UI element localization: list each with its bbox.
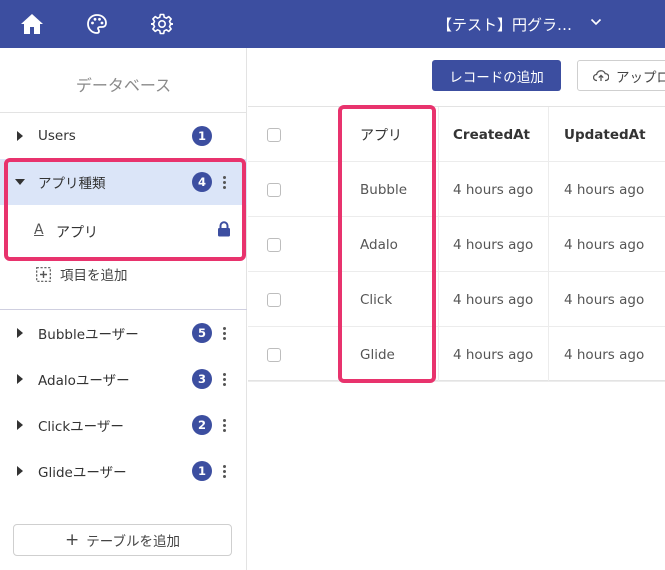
caret-right-icon[interactable] <box>16 131 24 141</box>
caret-right-icon[interactable] <box>16 466 24 476</box>
table-row[interactable]: Bubble 4 hours ago 4 hours ago <box>248 162 665 217</box>
top-app-bar: 【テスト】円グラ… <box>0 0 665 48</box>
table-label: Adaloユーザー <box>38 373 130 389</box>
cloud-upload-icon <box>593 70 609 82</box>
select-all-cell <box>248 107 338 162</box>
cell-updatedat[interactable]: 4 hours ago <box>548 327 665 382</box>
row-check-cell <box>248 162 338 217</box>
more-vert-icon[interactable] <box>220 174 228 190</box>
add-field-label: 項目を追加 <box>60 268 128 284</box>
row-checkbox[interactable] <box>267 237 281 252</box>
record-count-badge: 4 <box>192 172 212 192</box>
cell-app[interactable]: Glide <box>338 327 438 382</box>
field-item-app[interactable]: A アプリ <box>0 206 247 256</box>
sidebar-item-bubble-users[interactable]: Bubbleユーザー 5 <box>0 310 247 356</box>
sidebar-item-app-types[interactable]: アプリ種類 4 <box>0 159 247 205</box>
sidebar-item-glide-users[interactable]: Glideユーザー 1 <box>0 448 247 494</box>
sidebar-item-adalo-users[interactable]: Adaloユーザー 3 <box>0 356 247 402</box>
more-vert-icon[interactable] <box>220 325 228 341</box>
upload-label: アップロード <box>616 69 665 86</box>
add-record-button[interactable]: レコードの追加 <box>432 60 561 91</box>
table-row[interactable]: Glide 4 hours ago 4 hours ago <box>248 327 665 382</box>
add-table-button[interactable]: + テーブルを追加 <box>13 524 232 556</box>
row-checkbox[interactable] <box>267 292 281 307</box>
lock-icon <box>218 221 230 237</box>
cell-updatedat[interactable]: 4 hours ago <box>548 217 665 272</box>
record-count-badge: 3 <box>192 369 212 389</box>
cell-createdat[interactable]: 4 hours ago <box>438 217 548 272</box>
table-label: Bubbleユーザー <box>38 327 139 343</box>
cell-app[interactable]: Bubble <box>338 162 438 217</box>
field-label: アプリ <box>56 225 98 241</box>
table-label: アプリ種類 <box>38 176 106 192</box>
table-label: Glideユーザー <box>38 465 127 481</box>
app-title[interactable]: 【テスト】円グラ… <box>437 14 572 35</box>
sidebar: データベース Users 1 アプリ種類 4 A アプリ 項目を追加 Bubbl… <box>0 48 247 570</box>
cell-app[interactable]: Adalo <box>338 217 438 272</box>
table-row[interactable]: Click 4 hours ago 4 hours ago <box>248 272 665 327</box>
more-vert-icon[interactable] <box>220 417 228 433</box>
column-header-createdat[interactable]: CreatedAt <box>438 107 548 162</box>
add-table-label: テーブルを追加 <box>86 534 180 550</box>
more-vert-icon[interactable] <box>220 371 228 387</box>
caret-right-icon[interactable] <box>16 420 24 430</box>
palette-icon[interactable] <box>85 12 109 36</box>
record-count-badge: 5 <box>192 323 212 343</box>
table-label: Users <box>38 128 76 144</box>
caret-down-icon[interactable] <box>15 178 25 186</box>
home-icon[interactable] <box>20 12 44 36</box>
text-type-icon: A <box>34 222 44 238</box>
table-row[interactable]: Adalo 4 hours ago 4 hours ago <box>248 217 665 272</box>
record-count-badge: 2 <box>192 415 212 435</box>
row-check-cell <box>248 217 338 272</box>
add-field-button[interactable]: 項目を追加 <box>36 264 128 284</box>
record-count-badge: 1 <box>192 126 212 146</box>
cell-createdat[interactable]: 4 hours ago <box>438 272 548 327</box>
row-check-cell <box>248 327 338 382</box>
table-label: Clickユーザー <box>38 419 124 435</box>
select-all-checkbox[interactable] <box>267 127 281 142</box>
cell-updatedat[interactable]: 4 hours ago <box>548 162 665 217</box>
caret-right-icon[interactable] <box>16 328 24 338</box>
more-vert-icon[interactable] <box>220 463 228 479</box>
sidebar-item-users[interactable]: Users 1 <box>0 113 247 159</box>
add-field-icon <box>36 266 51 282</box>
records-table: アプリ CreatedAt UpdatedAt Bubble 4 hours a… <box>248 106 665 382</box>
cell-updatedat[interactable]: 4 hours ago <box>548 272 665 327</box>
column-header-updatedat[interactable]: UpdatedAt <box>548 107 665 162</box>
record-count-badge: 1 <box>192 461 212 481</box>
cell-app[interactable]: Click <box>338 272 438 327</box>
sidebar-title: データベース <box>75 76 172 95</box>
row-check-cell <box>248 272 338 327</box>
chevron-down-icon[interactable] <box>590 14 604 30</box>
row-checkbox[interactable] <box>267 182 281 197</box>
caret-right-icon[interactable] <box>16 374 24 384</box>
gear-icon[interactable] <box>150 12 174 36</box>
plus-icon: + <box>65 530 80 550</box>
sidebar-item-click-users[interactable]: Clickユーザー 2 <box>0 402 247 448</box>
upload-button[interactable]: アップロード <box>577 60 665 91</box>
table-header-row: アプリ CreatedAt UpdatedAt <box>248 107 665 162</box>
column-header-app[interactable]: アプリ <box>338 107 438 162</box>
cell-createdat[interactable]: 4 hours ago <box>438 162 548 217</box>
cell-createdat[interactable]: 4 hours ago <box>438 327 548 382</box>
row-checkbox[interactable] <box>267 347 281 362</box>
